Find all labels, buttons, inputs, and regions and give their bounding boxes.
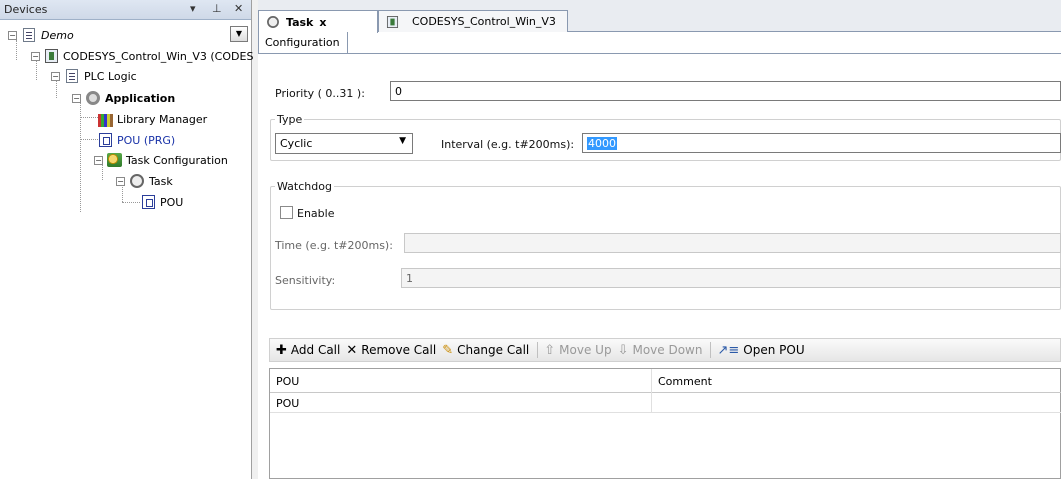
document-tabstrip: Task x CODESYS_Control_Win_V3 <box>258 0 1061 33</box>
change-call-label: Change Call <box>457 343 530 357</box>
time-input[interactable] <box>404 233 1061 253</box>
tree-item-plc-logic[interactable]: − PLC Logic <box>51 67 137 85</box>
task-configuration-icon <box>107 153 122 167</box>
table-cell-pou[interactable]: POU <box>270 393 652 413</box>
tree-item-task-pou[interactable]: POU <box>141 193 183 211</box>
add-icon: ✚ <box>276 342 287 358</box>
tree-label-pou-prg: POU (PRG) <box>117 133 176 147</box>
sensitivity-input[interactable]: 1 <box>401 268 1061 288</box>
tab-task-label: Task <box>286 15 314 29</box>
collapse-icon[interactable]: − <box>31 51 40 61</box>
remove-icon: ✕ <box>346 342 358 358</box>
pou-icon <box>99 133 112 147</box>
table-header-row: POU Comment <box>270 369 1061 393</box>
tab-controller[interactable]: CODESYS_Control_Win_V3 <box>378 10 568 32</box>
open-pou-button[interactable]: ↗≡ Open POU <box>717 343 804 358</box>
tab-controller-label: CODESYS_Control_Win_V3 <box>412 15 556 28</box>
priority-input[interactable]: 0 <box>390 81 1061 101</box>
open-pou-label: Open POU <box>743 343 805 357</box>
priority-label: Priority ( 0..31 ): <box>275 87 365 100</box>
tree-label-task-pou: POU <box>160 195 184 209</box>
type-select-value: Cyclic <box>280 137 313 150</box>
change-call-button[interactable]: ✎ Change Call <box>442 343 529 358</box>
tree-label-demo: Demo <box>41 28 74 42</box>
project-icon <box>23 28 35 42</box>
remove-call-label: Remove Call <box>361 343 437 357</box>
tree-item-pou-prg[interactable]: POU (PRG) <box>98 131 175 149</box>
collapse-icon[interactable]: − <box>116 176 125 186</box>
task-icon <box>267 16 279 28</box>
close-tab-icon[interactable]: x <box>319 16 326 29</box>
devices-panel-title: Devices <box>4 3 48 16</box>
application-gear-icon <box>86 91 100 105</box>
library-icon <box>98 113 113 127</box>
add-call-label: Add Call <box>290 343 341 357</box>
collapse-icon[interactable]: − <box>51 71 60 81</box>
column-header-comment[interactable]: Comment <box>652 369 1061 393</box>
tree-dropdown-button[interactable]: ▼ <box>230 26 248 42</box>
divider <box>348 53 1061 54</box>
tree-label-library-manager: Library Manager <box>117 112 208 126</box>
open-pou-icon: ↗≡ <box>717 342 740 358</box>
table-row[interactable]: POU <box>270 393 1061 413</box>
devices-panel-header: Devices ▾ ⊥ ✕ <box>0 0 251 20</box>
close-panel-icon[interactable]: ✕ <box>234 2 243 15</box>
task-icon <box>130 174 144 188</box>
edit-icon: ✎ <box>442 342 454 358</box>
plc-logic-icon <box>66 69 78 83</box>
sensitivity-label: Sensitivity: <box>275 274 336 287</box>
editor-area: Task x CODESYS_Control_Win_V3 Configurat… <box>258 0 1061 479</box>
tree-label-controller: CODESYS_Control_Win_V3 (CODES <box>63 49 254 63</box>
device-icon <box>45 49 58 63</box>
tree-label-task-configuration: Task Configuration <box>126 153 228 167</box>
arrow-down-icon: ⇩ <box>617 342 629 358</box>
type-group-label: Type <box>275 113 305 126</box>
add-call-button[interactable]: ✚ Add Call <box>276 343 340 358</box>
tree-item-task-configuration[interactable]: − Task Configuration <box>94 151 228 169</box>
collapse-icon[interactable]: − <box>72 93 81 103</box>
remove-call-button[interactable]: ✕ Remove Call <box>346 343 436 358</box>
move-down-label: Move Down <box>632 343 703 357</box>
watchdog-group-label: Watchdog <box>275 180 334 193</box>
tab-task[interactable]: Task x <box>258 10 378 33</box>
collapse-icon[interactable]: − <box>8 30 17 40</box>
move-up-button[interactable]: ⇧ Move Up <box>544 343 611 358</box>
time-label: Time (e.g. t#200ms): <box>275 239 393 252</box>
device-icon <box>386 15 399 28</box>
tree-label-application: Application <box>105 91 176 105</box>
tree-item-controller[interactable]: − CODESYS_Control_Win_V3 (CODES <box>31 47 253 65</box>
call-table: POU Comment POU <box>269 368 1061 479</box>
tab-configuration[interactable]: Configuration <box>258 32 348 54</box>
table-cell-comment[interactable] <box>652 393 1061 413</box>
arrow-up-icon: ⇧ <box>544 342 556 358</box>
tree-label-plc-logic: PLC Logic <box>84 69 137 83</box>
pou-call-icon <box>142 195 155 209</box>
tree-item-library-manager[interactable]: Library Manager <box>98 110 207 128</box>
collapse-icon[interactable]: − <box>94 155 103 165</box>
tree-item-demo[interactable]: − Demo <box>8 26 74 44</box>
pin-icon[interactable]: ⊥ <box>212 2 222 15</box>
column-header-pou[interactable]: POU <box>270 369 652 393</box>
toolbar-separator <box>537 342 539 358</box>
call-toolbar: ✚ Add Call ✕ Remove Call ✎ Change Call ⇧… <box>269 338 1061 362</box>
panel-menu-icon[interactable]: ▾ <box>190 2 196 15</box>
tree-item-application[interactable]: − Application <box>72 89 175 107</box>
move-up-label: Move Up <box>559 343 612 357</box>
interval-value: 4000 <box>587 137 617 150</box>
tree-label-task: Task <box>149 174 173 188</box>
move-down-button[interactable]: ⇩ Move Down <box>618 343 703 358</box>
type-select[interactable]: Cyclic ▼ <box>275 133 413 154</box>
enable-checkbox[interactable] <box>280 206 293 219</box>
interval-input[interactable]: 4000 <box>582 133 1061 153</box>
toolbar-separator <box>710 342 712 358</box>
devices-panel: Devices ▾ ⊥ ✕ − Demo ▼ − CODESYS_Control… <box>0 0 253 479</box>
tree-item-task[interactable]: − Task <box>116 172 173 190</box>
interval-label: Interval (e.g. t#200ms): <box>441 138 575 151</box>
enable-label: Enable <box>297 207 335 220</box>
dropdown-arrow-icon: ▼ <box>399 136 406 146</box>
